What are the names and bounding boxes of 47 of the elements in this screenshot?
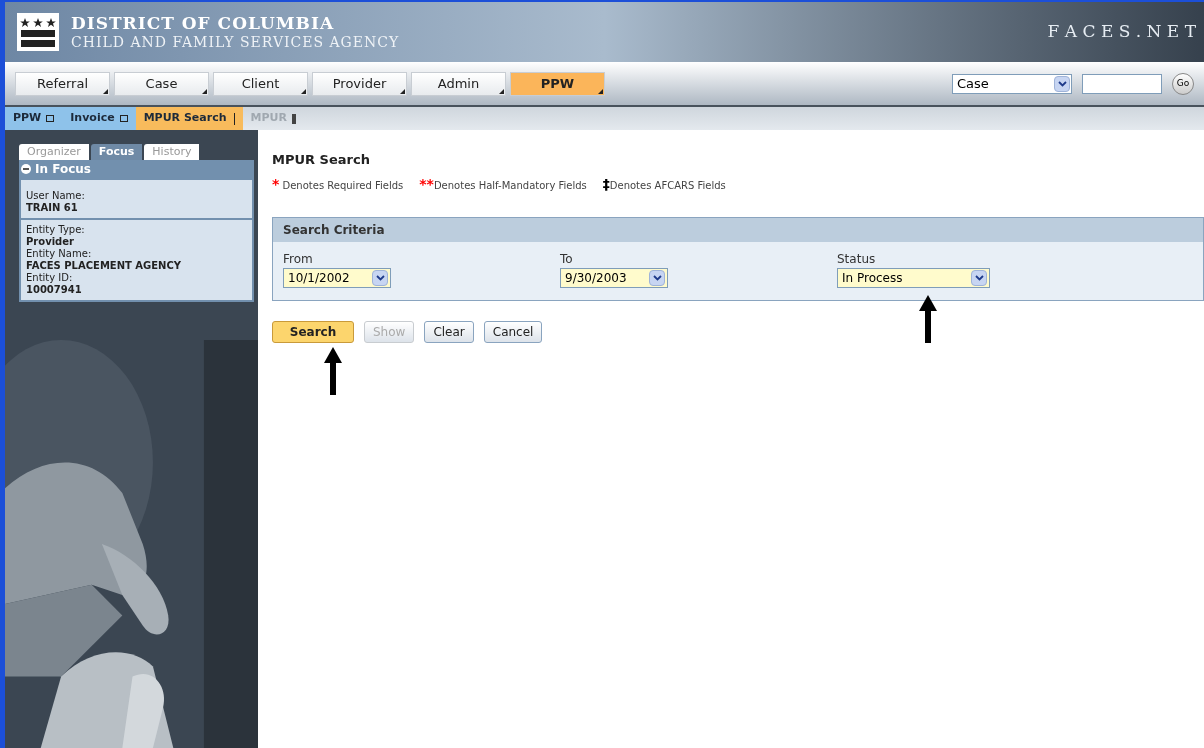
nav-tab[interactable]: Provider [312,71,407,96]
window-icon [119,115,128,122]
window-icon [46,115,55,122]
field-label: Entity Name: [26,248,93,260]
flag-icon [17,13,59,51]
product-logo: F A C E S . N E T [1047,20,1196,44]
criteria-header: Search Criteria [273,217,1203,242]
dropdown-field[interactable]: 10/1/2002 [283,267,391,288]
action-button[interactable]: Cancel [483,320,543,343]
sidebar-tab[interactable]: Focus [90,144,143,160]
agency-subtitle: CHILD AND FAMILY SERVICES AGENCY [71,33,400,52]
field-value: 10007941 [26,284,83,296]
field-value: FACES PLACEMENT AGENCY [26,260,183,272]
go-button[interactable]: Go [1172,72,1194,95]
collapse-icon[interactable] [21,164,31,174]
nav-tab[interactable]: Referral [15,71,110,96]
nav-tab[interactable]: Admin [411,71,506,96]
field-label: Status [837,250,877,268]
field-label: Entity ID: [26,272,74,284]
bar-icon [291,113,296,124]
panel-title: In Focus [35,161,91,178]
arrow-icon [324,346,342,395]
field-label: To [560,250,574,268]
agency-title: DISTRICT OF COLUMBIA [71,12,336,34]
legend-text: ‡Denotes AFCARS Fields [602,174,726,194]
breadcrumb[interactable]: MPUR Search [135,107,243,130]
breadcrumb[interactable]: PPW [5,107,63,130]
field-value: TRAIN 61 [26,202,79,214]
arrow-icon [919,294,937,343]
action-button[interactable]: Clear [424,320,474,343]
dropdown-field[interactable]: In Process [837,267,990,288]
legend-text: **Denotes Half-Mandatory Fields [419,174,587,194]
nav-tab[interactable]: PPW [510,71,605,96]
search-field[interactable] [1082,73,1162,94]
legend-text: * Denotes Required Fields [272,174,404,194]
field-label: From [283,250,314,268]
nav-tab[interactable]: Client [213,71,308,96]
field-label: Entity Type: [26,224,86,236]
breadcrumb: MPUR [242,107,304,130]
breadcrumb[interactable]: Invoice [62,107,136,130]
field-label: User Name: [26,190,86,202]
action-button[interactable]: Search [272,320,354,343]
nav-tab[interactable]: Case [114,71,209,96]
dropdown-field[interactable]: 9/30/2003 [560,267,668,288]
page-title: MPUR Search [272,151,371,169]
search-type-select[interactable]: Case [952,73,1072,94]
field-value: Provider [26,236,75,248]
